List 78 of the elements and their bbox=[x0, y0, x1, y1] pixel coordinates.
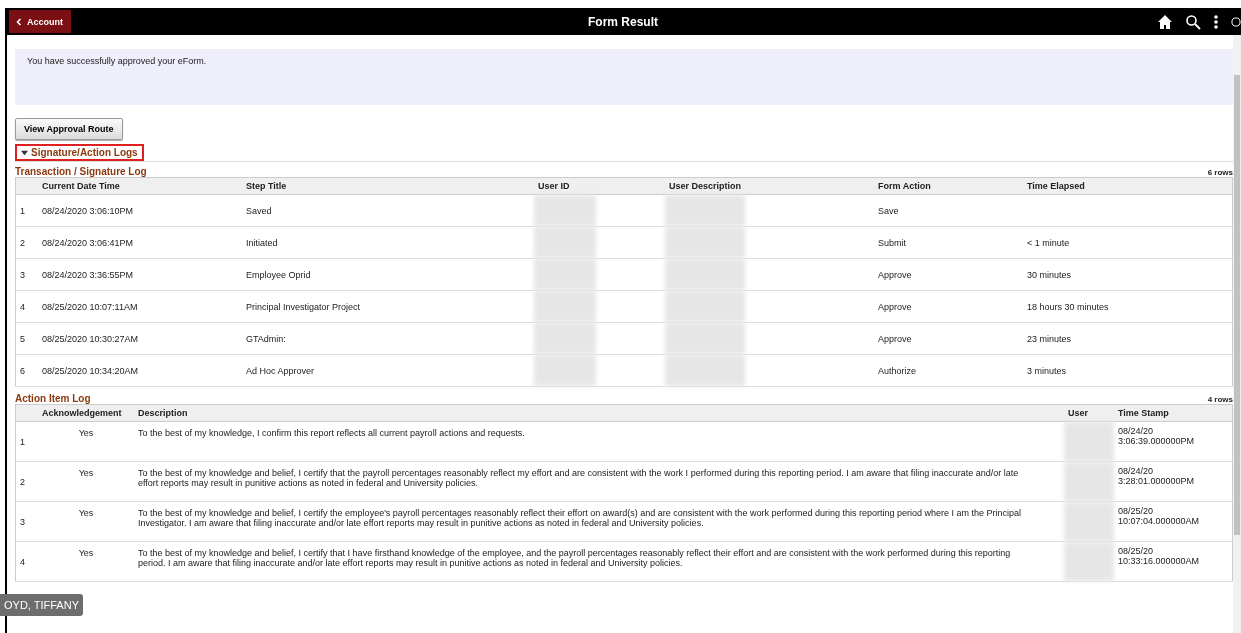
home-icon[interactable] bbox=[1157, 13, 1173, 30]
table-cell: Initiated bbox=[246, 237, 278, 248]
row-number: 3 bbox=[20, 269, 25, 280]
row-number: 1 bbox=[20, 205, 25, 216]
row-number: 6 bbox=[20, 365, 25, 376]
caret-down-icon bbox=[21, 149, 28, 156]
column-header: Step Title bbox=[246, 181, 287, 191]
name-tooltip: OYD, TIFFANY bbox=[0, 594, 83, 616]
row-number: 4 bbox=[20, 301, 25, 312]
table-cell-text: 3:06:39.000000PM bbox=[1118, 436, 1196, 446]
table-cell: 23 minutes bbox=[1027, 333, 1072, 344]
table-cell: Employee Oprid bbox=[246, 269, 311, 280]
table-cell: Saved bbox=[246, 205, 272, 216]
table-cell: 08/24/2020 3:06:10PM bbox=[42, 205, 134, 216]
table-cell: 08/25/2020 10:34:20AM bbox=[42, 365, 139, 376]
row-number: 2 bbox=[20, 237, 25, 248]
back-button[interactable]: Account bbox=[9, 10, 71, 33]
table-cell: Save bbox=[878, 205, 899, 216]
table-cell: < 1 minute bbox=[1027, 237, 1070, 248]
blurred-redaction bbox=[1064, 462, 1114, 501]
table-cell: 30 minutes bbox=[1027, 269, 1072, 280]
success-message: You have successfully approved your eForm. bbox=[27, 56, 207, 66]
table-cell: Approve bbox=[878, 301, 912, 312]
table-cell: 08/25/2020 10:30:27AM bbox=[42, 333, 139, 344]
table-cell: 08/24/2020 3:06:41PM bbox=[42, 237, 134, 248]
table-cell-text: 08/24/20 bbox=[1118, 426, 1155, 436]
blurred-redaction bbox=[1064, 502, 1114, 541]
row-number: 1 bbox=[20, 436, 25, 447]
description-text: To the best of my knowledge and belief, I certify that I have firsthand knowledge of the employee, and the payroll percentages reasonably reflect their effort and are consistent with the work performed during this reporting period. I am aware that filing inaccurate and/or late effort reports may result in punitive actions as noted in federal and University policies. bbox=[138, 548, 1011, 568]
scrollbar-thumb[interactable] bbox=[1234, 75, 1240, 535]
column-header: User bbox=[1068, 408, 1088, 418]
table-cell: GTAdmin: bbox=[246, 333, 286, 344]
chevron-left-icon bbox=[15, 17, 23, 26]
column-header: Current Date Time bbox=[42, 181, 120, 191]
table-cell-text: 08/25/20 bbox=[1118, 546, 1155, 556]
table-cell: Principal Investigator Project bbox=[246, 301, 361, 312]
row-number: 4 bbox=[20, 556, 25, 567]
row-count: 4 rows bbox=[1207, 395, 1233, 404]
table-cell: 08/24/2020 3:36:55PM bbox=[42, 269, 134, 280]
column-header: Time Stamp bbox=[1118, 408, 1169, 418]
table-cell: Ad Hoc Approver bbox=[246, 365, 315, 376]
description-text: To the best of my knowledge and belief, I certify the employee's payroll percentages reasonably reflect their effort on award(s) and are consistent with the work performed during this reporting period where I am the Principal Investigator. I am aware that filing inaccurate and/or late effort reports may result in punitive actions as noted in federal and University policies. bbox=[138, 508, 1021, 528]
table-cell: Yes bbox=[78, 548, 94, 558]
table-cell: Approve bbox=[878, 333, 912, 344]
blurred-redaction bbox=[1064, 542, 1114, 581]
table-cell: 18 hours 30 minutes bbox=[1027, 301, 1109, 312]
grid-title: Transaction / Signature Log bbox=[15, 166, 147, 177]
table-cell: 08/25/2020 10:07:11AM bbox=[42, 301, 138, 312]
column-header: Form Action bbox=[878, 181, 931, 191]
row-number: 3 bbox=[20, 516, 25, 527]
table-cell: Yes bbox=[78, 468, 94, 478]
description-text: To the best of my knowledge, I confirm this report reflects all current payroll actions and requests. bbox=[138, 428, 525, 438]
table-cell: Yes bbox=[78, 428, 94, 438]
table-cell-text: 08/25/20 bbox=[1118, 506, 1155, 516]
grid-title: Action Item Log bbox=[15, 393, 91, 404]
column-header: Acknowledgement bbox=[42, 408, 122, 418]
menu-icon[interactable] bbox=[1213, 13, 1219, 30]
row-number: 5 bbox=[20, 333, 25, 344]
column-header: User Description bbox=[669, 181, 742, 191]
section-toggle[interactable]: Signature/Action Logs bbox=[15, 144, 144, 161]
column-header: User ID bbox=[538, 181, 570, 191]
row-count: 6 rows bbox=[1207, 168, 1233, 177]
table-cell: 3 minutes bbox=[1027, 365, 1067, 376]
table-cell: Submit bbox=[878, 237, 906, 248]
table-cell-text: 08/24/20 bbox=[1118, 466, 1155, 476]
search-icon[interactable] bbox=[1185, 13, 1201, 30]
row-number: 2 bbox=[20, 476, 25, 487]
table-cell: Approve bbox=[878, 269, 912, 280]
table-cell-text: 10:07:04.000000AM bbox=[1118, 516, 1201, 526]
table-cell: Yes bbox=[78, 508, 94, 518]
table-cell: Authorize bbox=[878, 365, 917, 376]
view-approval-route-button[interactable]: View Approval Route bbox=[15, 118, 123, 140]
column-header: Time Elapsed bbox=[1027, 181, 1085, 191]
description-text: To the best of my knowledge and belief, I certify that the payroll percentages reasonably reflect my effort and are consistent with the work I performed during this reporting period. I am aware that filing inaccurate and/or late effort reports may result in punitive actions as noted in federal and University policies. bbox=[138, 468, 1019, 488]
table-cell-text: 10:33:16.000000AM bbox=[1118, 556, 1201, 566]
column-header: Description bbox=[138, 408, 188, 418]
table-cell-text: 3:28:01.000000PM bbox=[1118, 476, 1196, 486]
page-title: Form Result bbox=[588, 14, 658, 29]
